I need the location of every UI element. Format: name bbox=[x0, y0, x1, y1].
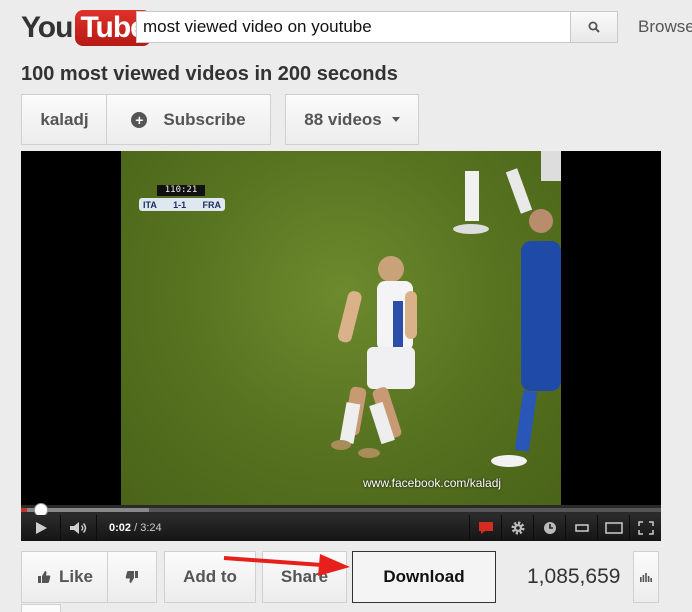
videos-count-label: 88 videos bbox=[304, 109, 382, 129]
progress-bar[interactable] bbox=[21, 503, 661, 517]
subscribe-label: Subscribe bbox=[163, 109, 246, 129]
small-player-button[interactable] bbox=[565, 515, 597, 541]
speech-bubble-icon bbox=[478, 522, 493, 534]
watch-later-button[interactable] bbox=[533, 515, 565, 541]
videos-dropdown-button[interactable]: 88 videos bbox=[285, 94, 419, 145]
duration: 3:24 bbox=[140, 522, 162, 534]
plus-icon: + bbox=[131, 111, 148, 128]
fullscreen-icon bbox=[637, 521, 654, 535]
stats-button[interactable] bbox=[633, 551, 659, 603]
large-player-icon bbox=[604, 522, 623, 534]
view-count: 1,085,659 bbox=[527, 565, 621, 588]
channel-button[interactable]: kaladj bbox=[21, 94, 107, 145]
search-input[interactable]: most viewed video on youtube bbox=[136, 11, 572, 43]
browse-link[interactable]: Browse bbox=[638, 17, 692, 37]
annotations-button[interactable] bbox=[469, 515, 501, 541]
player-controls: 0:02 / 3:24 bbox=[21, 515, 661, 541]
large-player-button[interactable] bbox=[597, 515, 629, 541]
download-button[interactable]: Download bbox=[352, 551, 496, 603]
channel-name: kaladj bbox=[40, 109, 89, 129]
share-label: Share bbox=[280, 567, 329, 586]
share-button[interactable]: Share bbox=[262, 551, 347, 603]
logo-you-text: You bbox=[21, 11, 73, 44]
small-player-icon bbox=[574, 524, 589, 532]
clock-icon bbox=[543, 522, 556, 534]
scoreline: ITA 1-1 FRA bbox=[139, 198, 225, 211]
video-watermark: www.facebook.com/kaladj bbox=[363, 476, 502, 490]
thumbs-down-icon bbox=[125, 571, 138, 583]
play-button[interactable] bbox=[21, 515, 61, 541]
search-icon bbox=[588, 21, 600, 33]
like-button[interactable]: Like bbox=[21, 551, 108, 603]
add-to-label: Add to bbox=[183, 567, 237, 586]
volume-icon bbox=[69, 522, 86, 534]
bar-chart-icon bbox=[640, 573, 652, 582]
video-title: 100 most viewed videos in 200 seconds bbox=[21, 63, 398, 85]
youtube-logo[interactable]: You Tube bbox=[21, 10, 151, 46]
video-frame[interactable]: 110:21 ITA 1-1 FRA www.facebook.com/kala… bbox=[121, 151, 561, 505]
add-to-button[interactable]: Add to bbox=[164, 551, 256, 603]
gear-icon bbox=[511, 521, 524, 535]
score-value: 1-1 bbox=[173, 199, 187, 210]
download-label: Download bbox=[383, 567, 465, 586]
team-home: ITA bbox=[143, 199, 157, 210]
thumbs-up-icon bbox=[37, 571, 51, 583]
time-separator: / bbox=[131, 522, 141, 534]
bottom-panel-edge bbox=[21, 604, 61, 612]
play-icon bbox=[35, 522, 47, 534]
volume-button[interactable] bbox=[61, 515, 97, 541]
settings-button[interactable] bbox=[501, 515, 533, 541]
chevron-down-icon bbox=[391, 117, 400, 122]
match-clock: 110:21 bbox=[157, 185, 205, 196]
current-time: 0:02 bbox=[109, 522, 132, 534]
subscribe-button[interactable]: + Subscribe bbox=[106, 94, 271, 145]
like-label: Like bbox=[58, 567, 94, 586]
time-display: 0:02 / 3:24 bbox=[109, 522, 162, 534]
dislike-button[interactable] bbox=[107, 551, 157, 603]
progress-played bbox=[21, 508, 28, 512]
search-button[interactable] bbox=[570, 11, 618, 43]
video-player[interactable]: 110:21 ITA 1-1 FRA www.facebook.com/kala… bbox=[21, 151, 661, 541]
team-away: FRA bbox=[202, 199, 221, 210]
fullscreen-button[interactable] bbox=[629, 515, 661, 541]
